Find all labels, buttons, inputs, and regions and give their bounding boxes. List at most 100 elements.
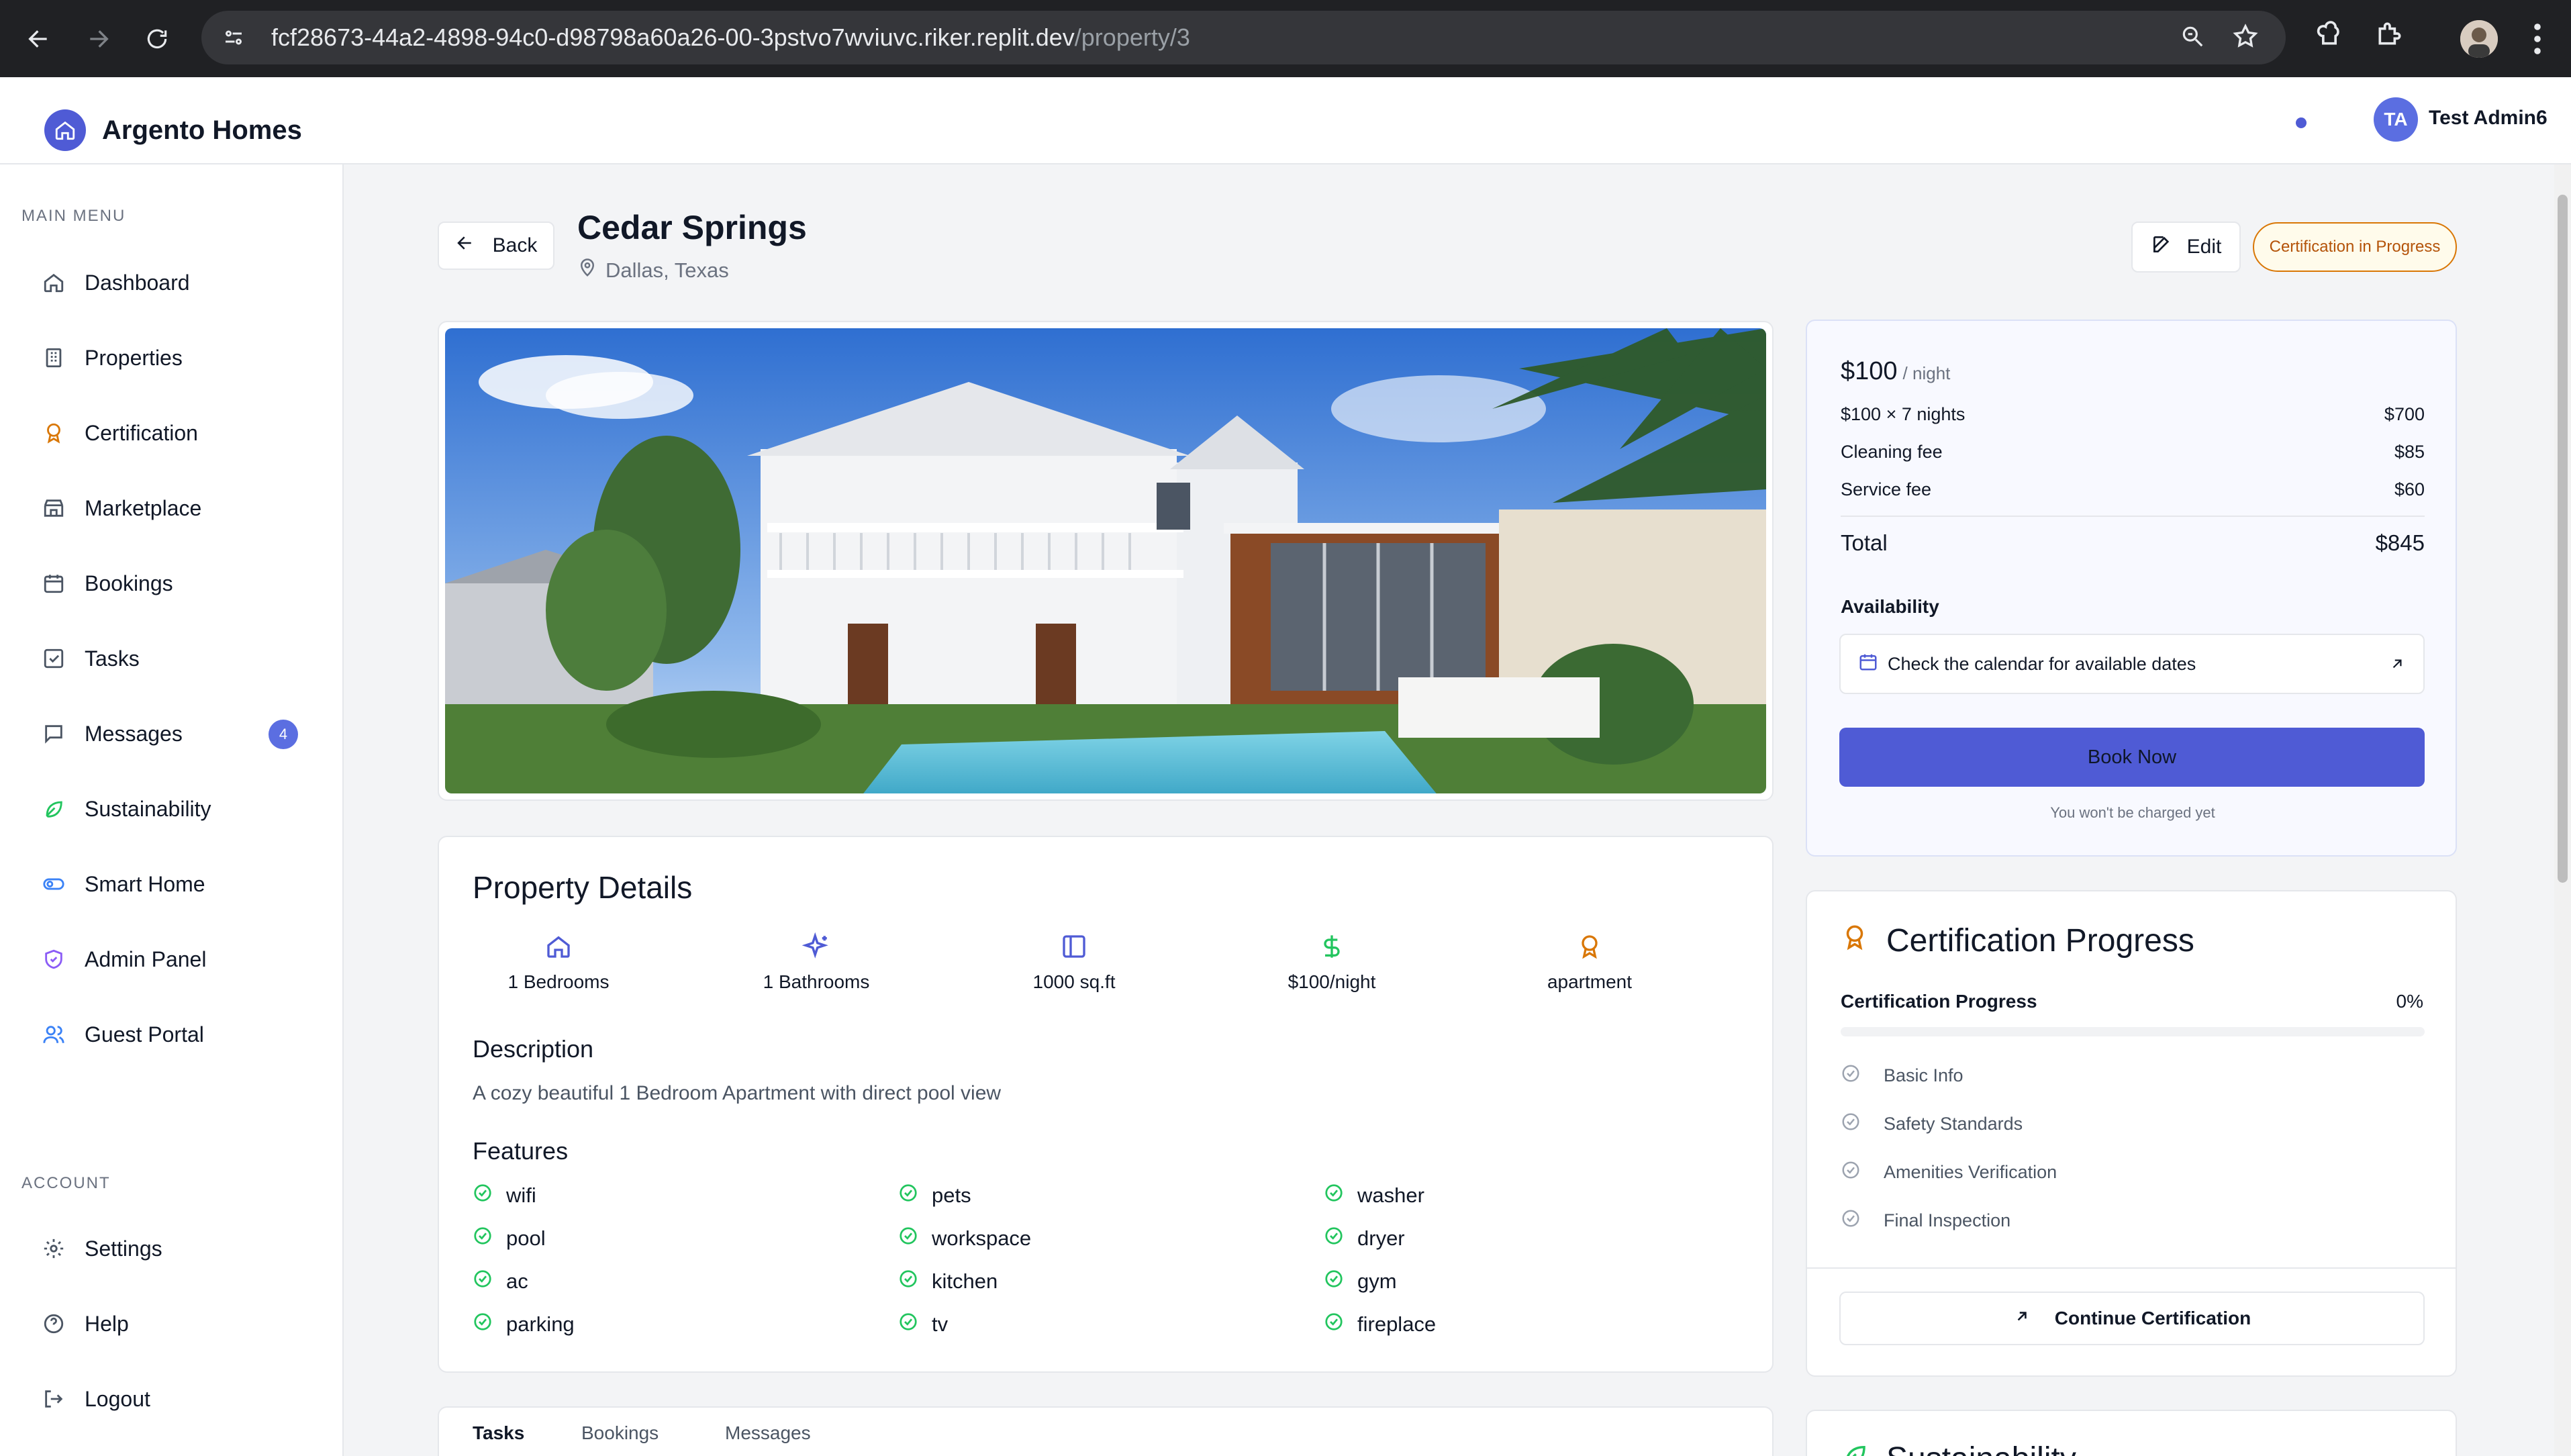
- feature-item: fireplace: [1324, 1312, 1436, 1337]
- stat-bedrooms: 1 Bedrooms: [458, 931, 659, 993]
- feature-item: tv: [898, 1312, 948, 1337]
- sidebar-item-label: Help: [85, 1311, 129, 1336]
- price-row-value: $700: [2384, 404, 2425, 424]
- price-value: $100: [1841, 357, 1898, 385]
- feature-label: dryer: [1357, 1226, 1405, 1250]
- brand-name: Argento Homes: [102, 115, 302, 145]
- user-name[interactable]: Test Admin6: [2429, 107, 2548, 130]
- notification-dot: [2296, 117, 2307, 128]
- reload-icon[interactable]: [137, 19, 177, 59]
- sidebar-item-smart-home[interactable]: Smart Home: [40, 861, 322, 908]
- certification-step[interactable]: Safety Standards: [1841, 1112, 2023, 1136]
- help-icon: [40, 1310, 67, 1337]
- availability-label: Availability: [1841, 596, 1939, 617]
- sidebar-item-settings[interactable]: Settings: [40, 1225, 322, 1272]
- stat-value: 1 Bedrooms: [507, 971, 610, 992]
- tab-tasks[interactable]: Tasks: [473, 1422, 524, 1444]
- feature-item: pets: [898, 1183, 971, 1208]
- sidebar-item-label: Sustainability: [85, 796, 211, 821]
- scrollbar-thumb[interactable]: [2558, 195, 2568, 883]
- feature-item: kitchen: [898, 1269, 998, 1294]
- certification-step[interactable]: Amenities Verification: [1841, 1160, 2057, 1185]
- map-pin-icon: [577, 258, 597, 283]
- price-row: Cleaning fee $85: [1841, 442, 2425, 463]
- check-circle-icon: [1324, 1312, 1344, 1337]
- certification-step[interactable]: Basic Info: [1841, 1063, 1963, 1088]
- store-icon: [40, 495, 67, 522]
- tabs-card: Tasks Bookings Messages: [438, 1406, 1774, 1456]
- property-photo[interactable]: [445, 328, 1766, 793]
- leaf-icon: [1841, 1441, 1869, 1456]
- sidebar-item-properties[interactable]: Properties: [40, 334, 322, 381]
- sidebar-item-dashboard[interactable]: Dashboard: [40, 259, 322, 306]
- sidebar-item-guest-portal[interactable]: Guest Portal: [40, 1011, 322, 1058]
- back-arrow-icon[interactable]: [19, 19, 59, 59]
- shield-icon: [40, 946, 67, 973]
- sidebar-item-bookings[interactable]: Bookings: [40, 560, 322, 607]
- step-label: Safety Standards: [1884, 1114, 2023, 1134]
- sidebar-item-marketplace[interactable]: Marketplace: [40, 485, 322, 532]
- site-info-icon[interactable]: [220, 24, 247, 51]
- award-icon: [1489, 931, 1690, 962]
- tab-bookings[interactable]: Bookings: [581, 1422, 659, 1444]
- bookmark-star-icon[interactable]: [2232, 23, 2259, 53]
- page-scrollbar[interactable]: [2554, 164, 2571, 1456]
- edit-button[interactable]: Edit: [2131, 222, 2241, 273]
- gear-icon: [40, 1235, 67, 1262]
- sidebar-item-admin-panel[interactable]: Admin Panel: [40, 936, 322, 983]
- feature-label: wifi: [506, 1183, 536, 1207]
- sidebar-item-help[interactable]: Help: [40, 1300, 322, 1347]
- brand-home-icon: [44, 109, 86, 151]
- url-text[interactable]: fcf28673-44a2-4898-94c0-d98798a60a26-00-…: [271, 23, 1190, 52]
- feature-label: ac: [506, 1269, 528, 1293]
- sidebar-item-label: Properties: [85, 345, 183, 370]
- zoom-icon[interactable]: [2180, 23, 2205, 52]
- leaf-icon: [40, 795, 67, 822]
- user-avatar[interactable]: TA: [2374, 97, 2418, 142]
- calendar-icon: [40, 570, 67, 597]
- sidebar-item-label: Settings: [85, 1236, 162, 1261]
- browser-profile-avatar[interactable]: [2460, 20, 2498, 58]
- brand[interactable]: Argento Homes: [44, 109, 302, 151]
- continue-certification-button[interactable]: Continue Certification: [1839, 1292, 2425, 1345]
- check-circle-icon: [473, 1269, 493, 1294]
- sidebar-item-messages[interactable]: Messages 4: [40, 710, 322, 757]
- url-host: fcf28673-44a2-4898-94c0-d98798a60a26-00-…: [271, 23, 1075, 51]
- calendar-icon: [1858, 652, 1878, 677]
- divider: [1841, 516, 2425, 517]
- stat-bathrooms: 1 Bathrooms: [716, 931, 917, 993]
- url-path: /property/3: [1074, 23, 1190, 51]
- feature-label: washer: [1357, 1183, 1424, 1207]
- address-bar[interactable]: fcf28673-44a2-4898-94c0-d98798a60a26-00-…: [201, 11, 2286, 64]
- book-now-button[interactable]: Book Now: [1839, 728, 2425, 787]
- stat-area: 1000 sq.ft: [973, 931, 1175, 993]
- browser-menu-icon[interactable]: [2531, 20, 2544, 61]
- home-icon: [458, 931, 659, 962]
- sidebar-item-logout[interactable]: Logout: [40, 1375, 322, 1422]
- sidebar-item-sustainability[interactable]: Sustainability: [40, 785, 322, 832]
- availability-calendar-link[interactable]: Check the calendar for available dates: [1839, 634, 2425, 694]
- tab-messages[interactable]: Messages: [725, 1422, 811, 1444]
- price-row-value: $60: [2394, 479, 2425, 499]
- sidebar-item-label: Tasks: [85, 646, 140, 671]
- progress-bar: [1841, 1027, 2425, 1036]
- property-photo-frame: [438, 321, 1774, 801]
- sidebar-item-label: Dashboard: [85, 270, 190, 295]
- award-icon: [1841, 922, 1869, 959]
- check-circle-icon: [1841, 1112, 1861, 1136]
- back-button[interactable]: Back: [438, 222, 554, 270]
- forward-arrow-icon[interactable]: [78, 19, 118, 59]
- feature-item: pool: [473, 1226, 546, 1251]
- messages-count-badge: 4: [269, 720, 298, 749]
- layout-icon: [973, 931, 1175, 962]
- edit-label: Edit: [2186, 236, 2222, 258]
- sidebar-item-certification[interactable]: Certification: [40, 409, 322, 456]
- extension-chef-icon[interactable]: [2315, 19, 2344, 52]
- certification-step[interactable]: Final Inspection: [1841, 1208, 2010, 1233]
- sidebar-item-tasks[interactable]: Tasks: [40, 635, 322, 682]
- arrow-up-right-icon: [2013, 1308, 2031, 1330]
- step-label: Basic Info: [1884, 1065, 1963, 1085]
- check-circle-icon: [1841, 1063, 1861, 1088]
- extensions-puzzle-icon[interactable]: [2375, 19, 2405, 52]
- home-icon: [40, 269, 67, 296]
